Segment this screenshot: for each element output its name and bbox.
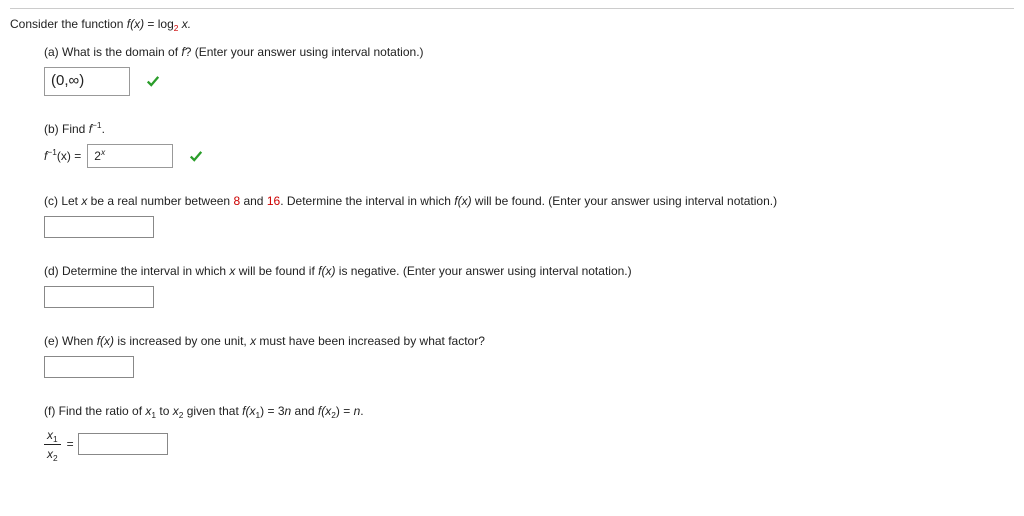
d-t3: is negative. (Enter your answer using in… (335, 264, 631, 278)
d-t2: will be found if (235, 264, 318, 278)
ratio-fraction: x1 x2 (44, 426, 61, 463)
b-ans-exp: x (101, 147, 105, 157)
part-f: (f) Find the ratio of x1 to x2 given tha… (44, 402, 1014, 463)
b-ans-base: 2 (94, 149, 101, 163)
part-b: (b) Find f−1. f−1(x) = 2x (44, 120, 1014, 168)
part-d-prompt: (d) Determine the interval in which x wi… (44, 262, 1014, 280)
b-label-exp: −1 (47, 147, 57, 157)
f-dot: . (360, 404, 363, 418)
e-fx: f(x) (97, 334, 114, 348)
f-fx1s: 1 (255, 410, 260, 420)
part-a-answer[interactable]: (0,∞) (44, 67, 130, 96)
b-equals: = (71, 149, 81, 163)
part-b-answer[interactable]: 2x (87, 144, 173, 168)
d-t1: (d) Determine the interval in which (44, 264, 229, 278)
a-text2: ? (Enter your answer using interval nota… (185, 45, 424, 59)
log-base: 2 (174, 23, 179, 33)
log-arg: x. (178, 17, 191, 31)
check-icon (146, 74, 160, 88)
part-a: (a) What is the domain of f? (Enter your… (44, 43, 1014, 96)
f-x2s: 2 (179, 410, 184, 420)
c-t3: . Determine the interval in which (280, 194, 454, 208)
f-given: given that (183, 404, 242, 418)
b-label-x: (x) (57, 149, 71, 163)
f-fx2: f(x (318, 404, 331, 418)
intro-text: Consider the function (10, 17, 127, 31)
c-n2: 16 (267, 194, 280, 208)
e-t3: must have been increased by what factor? (256, 334, 485, 348)
check-icon (189, 149, 203, 163)
c-t4: will be found. (Enter your answer using … (472, 194, 778, 208)
f-ratio-equals: = (67, 435, 74, 453)
part-c-prompt: (c) Let x be a real number between 8 and… (44, 192, 1014, 210)
part-d-input[interactable] (44, 286, 154, 308)
c-t1: (c) Let (44, 194, 81, 208)
e-t1: (e) When (44, 334, 97, 348)
part-c: (c) Let x be a real number between 8 and… (44, 192, 1014, 238)
f-to: to (156, 404, 173, 418)
c-t2: be a real number between (87, 194, 233, 208)
f-x2: x (173, 404, 179, 418)
part-b-prompt: (b) Find f−1. (44, 120, 1014, 138)
part-f-input[interactable] (78, 433, 168, 455)
part-e: (e) When f(x) is increased by one unit, … (44, 332, 1014, 378)
part-a-prompt: (a) What is the domain of f? (Enter your… (44, 43, 1014, 61)
b-exp: −1 (92, 120, 102, 130)
c-and: and (240, 194, 267, 208)
a-text1: (a) What is the domain of (44, 45, 181, 59)
part-d: (d) Determine the interval in which x wi… (44, 262, 1014, 308)
equals-log: = log (144, 17, 174, 31)
part-f-prompt: (f) Find the ratio of x1 to x2 given tha… (44, 402, 1014, 420)
fx-symbol: f(x) (127, 17, 144, 31)
f-eq: = 3 (264, 404, 284, 418)
b-dot: . (102, 122, 105, 136)
intro-line: Consider the function f(x) = log2 x. (10, 15, 1014, 33)
f-t1: (f) Find the ratio of (44, 404, 145, 418)
b-text1: (b) Find (44, 122, 89, 136)
part-c-input[interactable] (44, 216, 154, 238)
b-label: f−1(x) = (44, 147, 81, 165)
c-fx: f(x) (454, 194, 471, 208)
part-e-prompt: (e) When f(x) is increased by one unit, … (44, 332, 1014, 350)
f-and: and (291, 404, 318, 418)
f-eq2: = (340, 404, 354, 418)
d-fx: f(x) (318, 264, 335, 278)
part-e-input[interactable] (44, 356, 134, 378)
frac-den-s: 2 (53, 453, 58, 463)
f-x1s: 1 (151, 410, 156, 420)
f-fx1: f(x (242, 404, 255, 418)
e-t2: is increased by one unit, (114, 334, 250, 348)
f-fx2s: 2 (331, 410, 336, 420)
frac-num-s: 1 (53, 434, 58, 444)
